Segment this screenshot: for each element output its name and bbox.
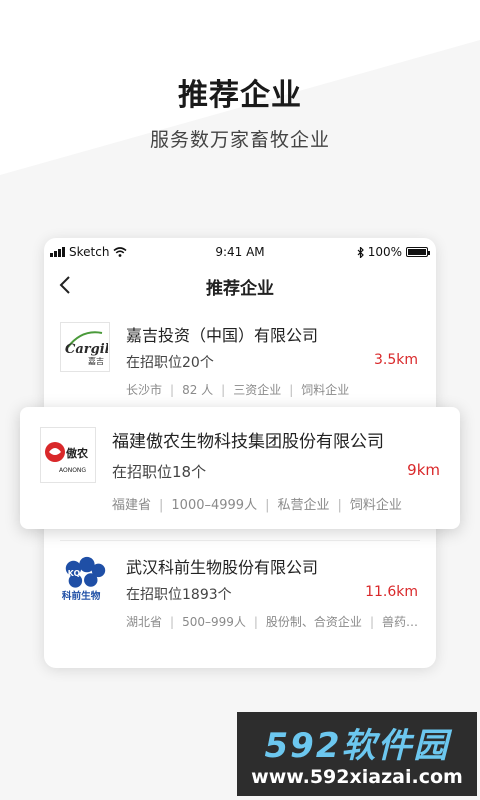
job-count: 在招职位1893个 bbox=[126, 587, 232, 603]
tag-size: 82 人 bbox=[182, 383, 214, 397]
bluetooth-icon bbox=[357, 246, 364, 258]
company-card-keqian[interactable]: KQ 科前生物 武汉科前生物股份有限公司 在招职位1893个 11.6km 湖北… bbox=[44, 540, 436, 640]
hero-subtitle: 服务数万家畜牧企业 bbox=[149, 129, 330, 151]
aonong-logo: 傲农 AONONG bbox=[40, 427, 96, 483]
cargill-wordmark: Cargill bbox=[65, 342, 108, 357]
aonong-wordmark: 傲农 bbox=[66, 446, 88, 460]
cargill-logo: Cargill 嘉吉 bbox=[60, 322, 110, 372]
distance: 3.5km bbox=[373, 352, 418, 368]
company-tags: 长沙市 | 82 人 | 三资企业 | 饲料企业 bbox=[126, 383, 350, 397]
tag-ownership: 三资企业 bbox=[233, 383, 282, 397]
tag-size: 1000–4999人 bbox=[171, 498, 258, 513]
company-name: 嘉吉投资（中国）有限公司 bbox=[126, 326, 319, 345]
job-count: 在招职位20个 bbox=[126, 355, 214, 371]
company-name: 福建傲农生物科技集团股份有限公司 bbox=[112, 432, 384, 452]
tag-ownership: 股份制、合资企业 bbox=[265, 615, 362, 629]
tag-industry: 饲料企业 bbox=[349, 498, 402, 513]
keqian-mark: KQ bbox=[68, 569, 81, 578]
battery-percent: 100% bbox=[367, 245, 402, 259]
tag-size: 500–999人 bbox=[182, 615, 246, 629]
keqian-wordmark: 科前生物 bbox=[62, 590, 101, 602]
aonong-en-mark: AONONG bbox=[59, 467, 86, 474]
distance: 11.6km bbox=[365, 584, 418, 600]
company-tags: 湖北省 | 500–999人 | 股份制、合资企业 | 兽药… bbox=[126, 615, 418, 629]
tag-location: 湖北省 bbox=[126, 615, 163, 629]
hero-title: 推荐企业 bbox=[178, 78, 302, 113]
status-bar: Sketch 9:41 AM 100% bbox=[44, 238, 436, 266]
watermark: 592软件园 www.592xiazai.com bbox=[237, 712, 477, 796]
company-tags: 福建省 | 1000–4999人 | 私营企业 | 饲料企业 bbox=[112, 498, 402, 513]
watermark-url: www.592xiazai.com bbox=[251, 766, 463, 788]
keqian-logo: KQ 科前生物 bbox=[60, 554, 110, 604]
company-card-cargill[interactable]: Cargill 嘉吉 嘉吉投资（中国）有限公司 在招职位20个 3.5km 长沙… bbox=[44, 310, 436, 406]
watermark-brand: 592软件园 bbox=[264, 726, 450, 766]
tag-industry: 饲料企业 bbox=[301, 383, 350, 397]
tag-industry: 兽药… bbox=[381, 615, 418, 629]
navbar: 推荐企业 bbox=[44, 268, 436, 302]
cargill-cn-mark: 嘉吉 bbox=[88, 356, 104, 366]
tag-ownership: 私营企业 bbox=[277, 498, 330, 513]
tag-location: 长沙市 bbox=[126, 383, 163, 397]
nav-title: 推荐企业 bbox=[206, 279, 274, 299]
company-name: 武汉科前生物股份有限公司 bbox=[126, 558, 319, 577]
divider bbox=[60, 540, 420, 541]
battery-icon bbox=[406, 247, 430, 257]
distance: 9km bbox=[407, 461, 440, 479]
job-count: 在招职位18个 bbox=[112, 463, 207, 481]
tag-location: 福建省 bbox=[112, 498, 152, 513]
company-card-aonong[interactable]: 傲农 AONONG 福建傲农生物科技集团股份有限公司 在招职位18个 9km 福… bbox=[20, 407, 460, 529]
